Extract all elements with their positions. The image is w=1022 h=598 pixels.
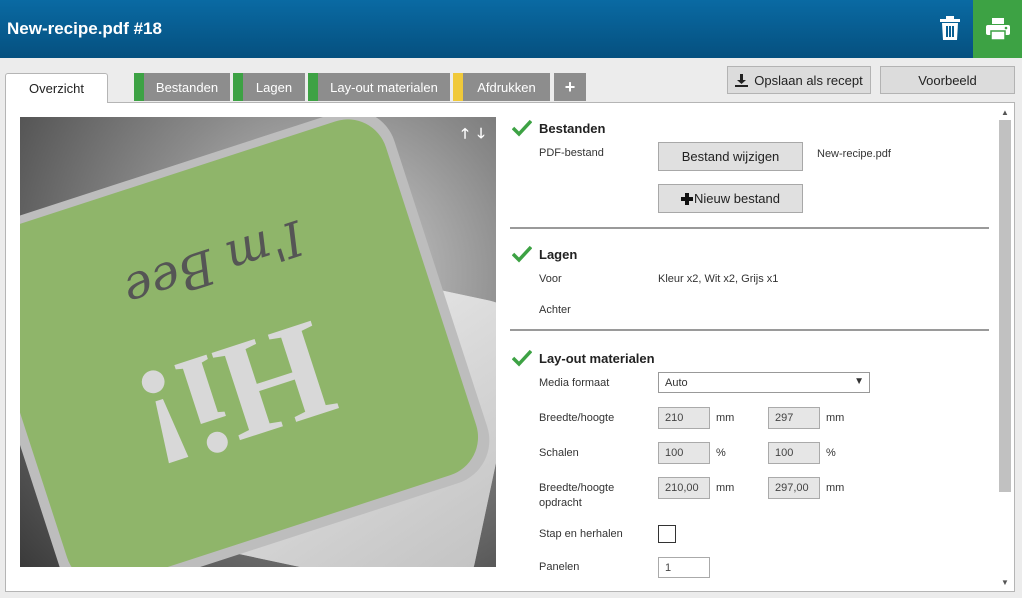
section-title-bestanden: Bestanden — [539, 121, 606, 136]
unit-percent: % — [826, 447, 836, 459]
new-file-label: Nieuw bestand — [694, 191, 780, 206]
step-repeat-checkbox[interactable] — [658, 525, 676, 543]
title-bar: New-recipe.pdf #18 — [0, 0, 1022, 58]
panels-field[interactable]: 1 — [658, 557, 710, 578]
job-size-label: Breedte/hoogte opdracht — [539, 481, 614, 511]
scale-label: Schalen — [539, 447, 579, 459]
preview-image: Hi! I'm Bee — [20, 117, 496, 567]
change-file-button[interactable]: Bestand wijzigen — [658, 142, 803, 171]
document-title: New-recipe.pdf #18 — [7, 19, 162, 38]
job-size-label-line1: Breedte/hoogte — [539, 482, 615, 494]
media-format-value: Auto — [665, 376, 688, 389]
unit-mm: mm — [716, 482, 735, 494]
check-icon — [512, 119, 532, 137]
status-marker — [453, 73, 463, 101]
printer-icon — [985, 18, 1010, 40]
plus-icon — [681, 192, 693, 205]
job-width-field[interactable]: 210,00 — [658, 477, 710, 499]
section-title-lagen: Lagen — [539, 247, 578, 262]
arrow-up-icon[interactable]: 🡑 — [457, 123, 473, 147]
save-as-recipe-label: Opslaan als recept — [754, 72, 863, 88]
tab-label: Lagen — [255, 79, 293, 95]
tab-layout-materialen[interactable]: Lay-out materialen — [308, 73, 450, 101]
job-height-field[interactable]: 297,00 — [768, 477, 820, 499]
size-label: Breedte/hoogte — [539, 412, 615, 424]
unit-mm: mm — [826, 482, 845, 494]
check-icon — [512, 349, 532, 367]
pdf-filename: New-recipe.pdf — [817, 148, 891, 160]
trash-icon[interactable] — [934, 12, 966, 44]
check-icon — [512, 245, 532, 263]
section-divider — [510, 329, 989, 331]
scroll-down-icon[interactable]: ▼ — [997, 578, 1013, 587]
unit-mm: mm — [716, 412, 735, 424]
scale-y-field[interactable]: 100 — [768, 442, 820, 464]
height-field[interactable]: 297 — [768, 407, 820, 429]
unit-mm: mm — [826, 412, 845, 424]
tab-label: Bestanden — [155, 79, 219, 95]
scale-x-field[interactable]: 100 — [658, 442, 710, 464]
panels-label: Panelen — [539, 561, 580, 573]
status-marker — [134, 73, 144, 101]
print-button[interactable] — [973, 0, 1022, 58]
tab-label: Lay-out materialen — [330, 79, 438, 95]
front-label: Voor — [539, 273, 562, 285]
section-divider — [510, 227, 989, 229]
save-as-recipe-button[interactable]: Opslaan als recept — [727, 66, 871, 94]
scrollbar-thumb[interactable] — [999, 120, 1011, 492]
section-title-layout: Lay-out materialen — [539, 351, 655, 366]
job-size-label-line2: opdracht — [539, 497, 582, 509]
download-icon — [735, 73, 749, 87]
scrollbar[interactable]: ▲ ▼ — [997, 106, 1013, 590]
media-format-select[interactable]: Auto ▼ — [658, 372, 870, 393]
tab-label: Overzicht — [29, 81, 84, 96]
add-tab-button[interactable]: + — [554, 73, 586, 101]
unit-percent: % — [716, 447, 726, 459]
new-file-button[interactable]: Nieuw bestand — [658, 184, 803, 213]
status-marker — [233, 73, 243, 101]
tab-overzicht[interactable]: Overzicht — [5, 73, 108, 103]
tab-afdrukken[interactable]: Afdrukken — [453, 73, 550, 101]
arrow-down-icon[interactable]: 🡓 — [473, 123, 489, 147]
media-format-label: Media formaat — [539, 377, 610, 389]
chevron-down-icon: ▼ — [854, 376, 864, 387]
preview-button[interactable]: Voorbeeld — [880, 66, 1015, 94]
width-field[interactable]: 210 — [658, 407, 710, 429]
scroll-up-icon[interactable]: ▲ — [997, 108, 1013, 117]
front-layers-value: Kleur x2, Wit x2, Grijs x1 — [658, 273, 779, 285]
tab-bestanden[interactable]: Bestanden — [134, 73, 230, 101]
reorder-arrows[interactable]: 🡑 🡓 — [457, 123, 489, 147]
back-label: Achter — [539, 304, 571, 316]
tab-label: Afdrukken — [477, 79, 536, 95]
change-file-label: Bestand wijzigen — [681, 149, 780, 164]
status-marker — [308, 73, 318, 101]
step-repeat-label: Stap en herhalen — [539, 528, 623, 540]
tab-lagen[interactable]: Lagen — [233, 73, 305, 101]
pdf-file-label: PDF-bestand — [539, 147, 604, 159]
preview-label: Voorbeeld — [918, 72, 977, 88]
